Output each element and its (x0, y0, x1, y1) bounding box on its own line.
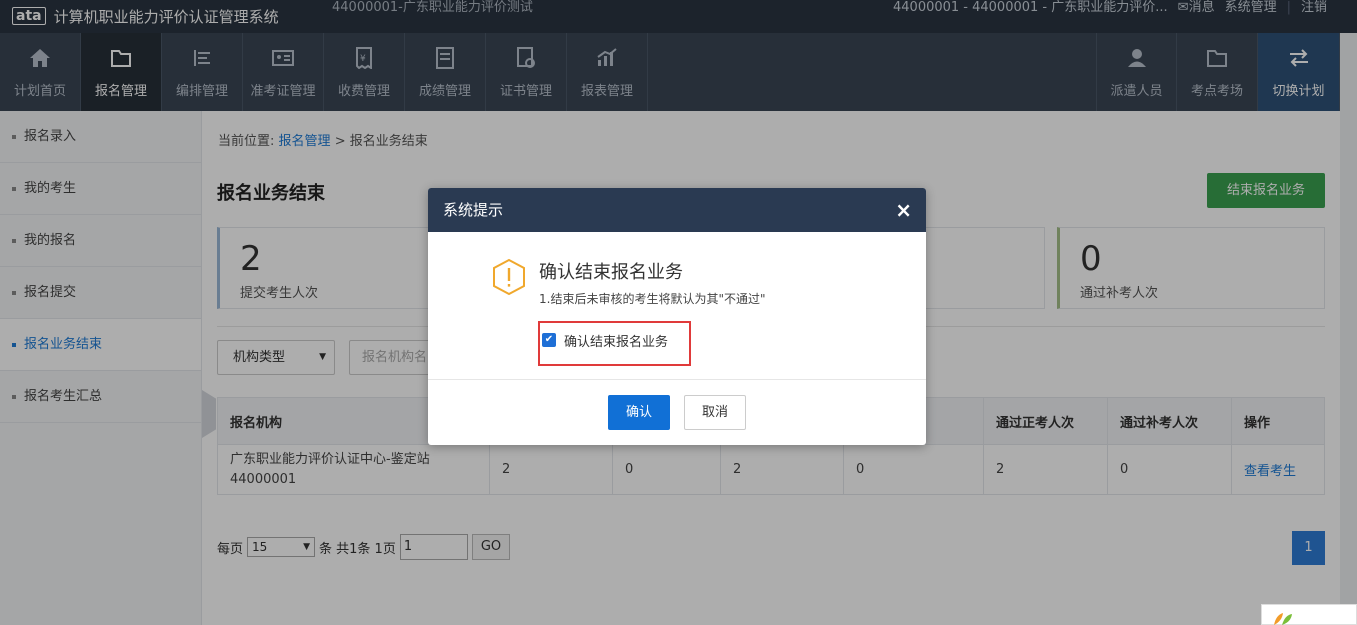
close-icon[interactable]: × (895, 188, 912, 232)
corner-widget[interactable] (1261, 604, 1357, 625)
dialog-header: 系统提示 × (428, 188, 926, 232)
cancel-button[interactable]: 取消 (684, 395, 746, 430)
leaf-icon (1274, 613, 1292, 625)
system-prompt-dialog: 系统提示 × 确认结束报名业务 1.结束后未审核的考生将默认为其"不通过" ✔ … (428, 188, 926, 445)
checkbox-label[interactable]: 确认结束报名业务 (564, 331, 668, 350)
dialog-divider (428, 379, 926, 380)
dialog-title: 系统提示 (443, 201, 504, 219)
confirm-button[interactable]: 确认 (608, 395, 670, 430)
dialog-note: 1.结束后未审核的考生将默认为其"不通过" (539, 292, 766, 306)
checkmark-icon: ✔ (544, 334, 554, 345)
warning-icon (493, 258, 525, 296)
dialog-heading: 确认结束报名业务 (539, 262, 683, 283)
confirm-checkbox[interactable]: ✔ (542, 333, 556, 347)
